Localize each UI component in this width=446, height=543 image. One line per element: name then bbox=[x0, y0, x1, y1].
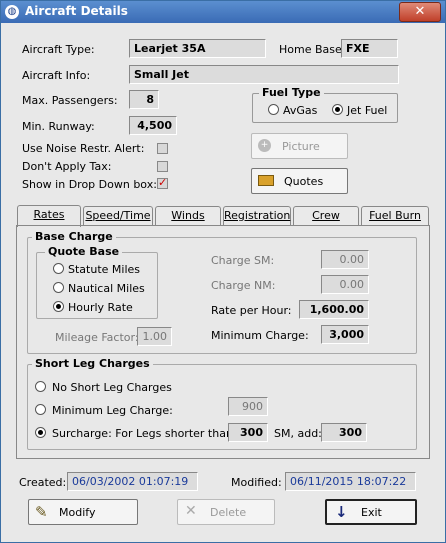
tab-rates-label: Rates bbox=[33, 208, 65, 221]
statute-miles-radio[interactable] bbox=[53, 263, 64, 274]
charge-sm-field[interactable]: 0.00 bbox=[321, 250, 369, 269]
rate-per-hour-label: Rate per Hour: bbox=[211, 304, 292, 317]
mileage-factor-label: Mileage Factor: bbox=[55, 331, 139, 344]
tab-fuel-burn[interactable]: Fuel Burn bbox=[361, 206, 429, 226]
hourly-rate-label: Hourly Rate bbox=[68, 301, 133, 314]
modify-button-label: Modify bbox=[59, 506, 96, 519]
base-charge-title: Base Charge bbox=[32, 230, 116, 243]
show-dropdown-label: Show in Drop Down box: bbox=[22, 178, 157, 191]
minimum-leg-field[interactable]: 900 bbox=[228, 397, 268, 416]
quote-base-title: Quote Base bbox=[45, 245, 123, 258]
dont-apply-tax-checkbox[interactable] bbox=[157, 161, 168, 172]
home-base-field[interactable]: FXE bbox=[341, 39, 398, 58]
tab-rates[interactable]: Rates bbox=[17, 205, 81, 227]
delete-button[interactable]: ✕ Delete bbox=[177, 499, 275, 525]
minimum-charge-label: Minimum Charge: bbox=[211, 329, 309, 342]
mileage-factor-field[interactable]: 1.00 bbox=[137, 327, 172, 346]
picture-icon: + bbox=[258, 139, 271, 152]
modified-label: Modified: bbox=[231, 476, 282, 489]
min-runway-field[interactable]: 4,500 bbox=[129, 116, 177, 135]
nautical-miles-radio[interactable] bbox=[53, 282, 64, 293]
aircraft-info-field[interactable]: Small Jet bbox=[129, 65, 399, 84]
nautical-miles-label: Nautical Miles bbox=[68, 282, 145, 295]
modify-button[interactable]: ✎ Modify bbox=[28, 499, 138, 525]
charge-nm-label: Charge NM: bbox=[211, 279, 276, 292]
avgas-radio[interactable] bbox=[268, 104, 279, 115]
aircraft-type-field[interactable]: Learjet 35A bbox=[129, 39, 266, 58]
tab-registration-label: Registration bbox=[224, 209, 291, 222]
noise-alert-checkbox[interactable] bbox=[157, 143, 168, 154]
tab-registration[interactable]: Registration bbox=[223, 206, 291, 226]
surcharge-label: Surcharge: For Legs shorter than: bbox=[52, 427, 237, 440]
delete-x-icon: ✕ bbox=[185, 503, 197, 519]
hourly-rate-radio[interactable] bbox=[53, 301, 64, 312]
min-runway-label: Min. Runway: bbox=[22, 120, 95, 133]
aircraft-details-window: ◍ Aircraft Details ✕ Aircraft Type: Lear… bbox=[0, 0, 446, 543]
jet-fuel-label: Jet Fuel bbox=[347, 104, 388, 117]
noise-alert-label: Use Noise Restr. Alert: bbox=[22, 142, 145, 155]
minimum-leg-label: Minimum Leg Charge: bbox=[52, 404, 173, 417]
minimum-charge-field[interactable]: 3,000 bbox=[321, 325, 369, 344]
statute-miles-label: Statute Miles bbox=[68, 263, 140, 276]
quotes-button-label: Quotes bbox=[284, 175, 324, 188]
modified-field: 06/11/2015 18:07:22 bbox=[285, 472, 416, 491]
surcharge-radio[interactable] bbox=[35, 427, 46, 438]
picture-button-label: Picture bbox=[282, 140, 320, 153]
exit-arrow-icon: ↓ bbox=[335, 503, 348, 521]
folder-open-icon bbox=[258, 175, 274, 186]
tab-winds[interactable]: Winds bbox=[155, 206, 221, 226]
minimum-leg-radio[interactable] bbox=[35, 404, 46, 415]
home-base-label: Home Base: bbox=[279, 43, 346, 56]
quotes-button[interactable]: Quotes bbox=[251, 168, 348, 194]
tab-speed-time[interactable]: Speed/Time bbox=[83, 206, 153, 226]
exit-button-label: Exit bbox=[361, 506, 382, 519]
surcharge-distance-field[interactable]: 300 bbox=[228, 423, 268, 442]
title-bar: ◍ Aircraft Details ✕ bbox=[1, 1, 445, 23]
exit-button[interactable]: ↓ Exit bbox=[325, 499, 417, 525]
pencil-icon: ✎ bbox=[35, 503, 48, 521]
aircraft-info-label: Aircraft Info: bbox=[22, 69, 91, 82]
surcharge-amount-field[interactable]: 300 bbox=[321, 423, 367, 442]
window-title: Aircraft Details bbox=[25, 4, 128, 18]
created-label: Created: bbox=[19, 476, 67, 489]
charge-nm-field[interactable]: 0.00 bbox=[321, 275, 369, 294]
no-short-leg-radio[interactable] bbox=[35, 381, 46, 392]
tab-crew-label: Crew bbox=[312, 209, 340, 222]
surcharge-sm-label: SM, add: bbox=[274, 427, 322, 440]
charge-sm-label: Charge SM: bbox=[211, 254, 275, 267]
close-button[interactable]: ✕ bbox=[399, 2, 441, 22]
max-passengers-label: Max. Passengers: bbox=[22, 94, 118, 107]
short-leg-title: Short Leg Charges bbox=[32, 357, 153, 370]
created-field: 06/03/2002 01:07:19 bbox=[67, 472, 198, 491]
show-dropdown-checkbox[interactable] bbox=[157, 176, 168, 189]
rate-per-hour-field[interactable]: 1,600.00 bbox=[299, 300, 369, 319]
tab-winds-label: Winds bbox=[171, 209, 205, 222]
jet-fuel-radio[interactable] bbox=[332, 104, 343, 115]
tab-speed-time-label: Speed/Time bbox=[85, 209, 151, 222]
app-globe-icon: ◍ bbox=[5, 5, 19, 19]
delete-button-label: Delete bbox=[210, 506, 247, 519]
avgas-label: AvGas bbox=[283, 104, 318, 117]
dont-apply-tax-label: Don't Apply Tax: bbox=[22, 160, 112, 173]
max-passengers-field[interactable]: 8 bbox=[129, 90, 159, 109]
no-short-leg-label: No Short Leg Charges bbox=[52, 381, 172, 394]
aircraft-type-label: Aircraft Type: bbox=[22, 43, 95, 56]
fuel-type-title: Fuel Type bbox=[259, 86, 324, 99]
tab-crew[interactable]: Crew bbox=[293, 206, 359, 226]
picture-button[interactable]: + Picture bbox=[251, 133, 348, 159]
tab-fuel-burn-label: Fuel Burn bbox=[369, 209, 421, 222]
